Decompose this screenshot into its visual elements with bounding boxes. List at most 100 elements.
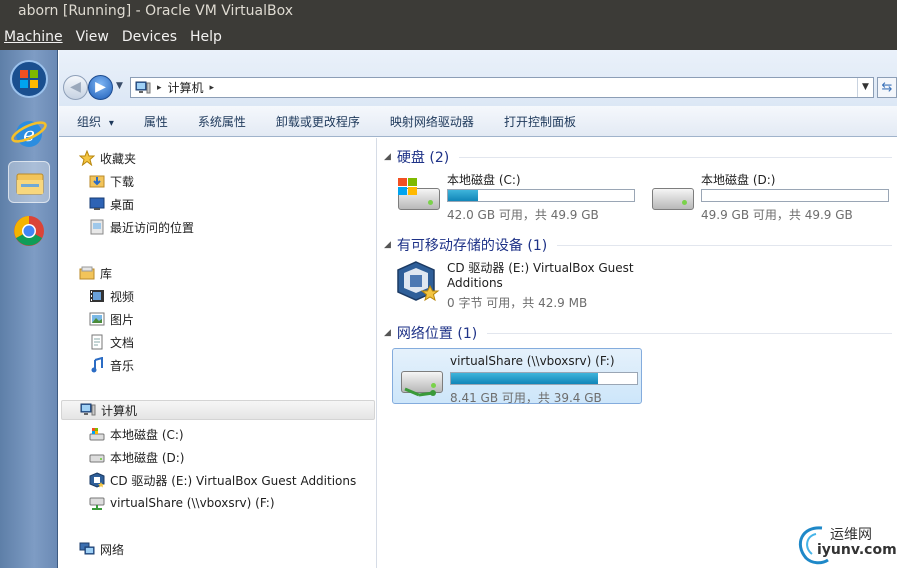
music-icon: [89, 356, 105, 373]
vbox-menubar: Machine View Devices Help: [0, 24, 897, 50]
system-drive-icon: [89, 426, 105, 442]
group-hard-disks-label: 硬盘 (2): [396, 150, 450, 166]
computer-icon: [80, 402, 96, 418]
arrow-right-icon: ▶: [95, 79, 106, 95]
address-history-dropdown[interactable]: ▼: [857, 78, 873, 97]
drive-c-info: 42.0 GB 可用，共 49.9 GB: [447, 208, 599, 222]
nav-drive-e[interactable]: CD 驱动器 (E:) VirtualBox Guest Additions: [89, 470, 356, 490]
menu-machine[interactable]: Machine: [4, 29, 63, 45]
nav-drive-d[interactable]: 本地磁盘 (D:): [89, 447, 184, 467]
drive-d-name: 本地磁盘 (D:): [701, 173, 776, 187]
collapse-triangle-icon[interactable]: ◢: [384, 152, 391, 162]
uninstall-button[interactable]: 卸载或更改程序: [276, 113, 360, 130]
nav-drive-c[interactable]: 本地磁盘 (C:): [89, 424, 184, 444]
nav-network-label: 网络: [100, 542, 125, 557]
forward-button[interactable]: ▶: [88, 75, 113, 100]
breadcrumb-computer[interactable]: 计算机: [168, 79, 204, 96]
menu-devices[interactable]: Devices: [122, 29, 177, 45]
drive-d-info: 49.9 GB 可用，共 49.9 GB: [701, 208, 853, 222]
drive-f-usage-fill: [451, 373, 598, 384]
address-area: ◀ ▶ ▼ ▸ 计算机 ▸ ▼ ⇆: [59, 50, 897, 106]
system-properties-button[interactable]: 系统属性: [198, 113, 246, 130]
nav-documents[interactable]: 文档: [89, 332, 134, 352]
collapse-triangle-icon[interactable]: ◢: [384, 328, 391, 338]
nav-drive-c-label: 本地磁盘 (C:): [110, 427, 184, 442]
star-icon: [78, 149, 96, 167]
windows-start-orb-icon[interactable]: [8, 58, 50, 100]
group-divider: [557, 244, 892, 246]
network-drive-icon: [89, 495, 105, 511]
menu-help[interactable]: Help: [190, 29, 222, 45]
libraries-icon: [79, 265, 95, 281]
document-icon: [89, 334, 105, 350]
drive-c-name: 本地磁盘 (C:): [447, 173, 521, 187]
nav-pictures[interactable]: 图片: [89, 309, 134, 329]
nav-documents-label: 文档: [110, 335, 135, 350]
drive-f-info: 8.41 GB 可用，共 39.4 GB: [450, 391, 602, 405]
refresh-button[interactable]: ⇆: [877, 77, 897, 98]
nav-desktop[interactable]: 桌面: [89, 194, 134, 214]
group-network-locations[interactable]: ◢ 网络位置 (1): [384, 323, 892, 343]
nav-network[interactable]: 网络: [79, 539, 124, 559]
chevron-down-icon: ▾: [108, 117, 114, 129]
group-removable-label: 有可移动存储的设备 (1): [396, 238, 548, 254]
command-bar: 组织 ▾ 属性 系统属性 卸载或更改程序 映射网络驱动器 打开控制面板: [59, 106, 897, 137]
open-control-panel-button[interactable]: 打开控制面板: [504, 113, 576, 130]
nav-downloads-label: 下载: [110, 174, 135, 189]
menu-view[interactable]: View: [76, 29, 109, 45]
hard-drive-icon: [650, 176, 696, 214]
nav-downloads[interactable]: 下载: [89, 171, 134, 191]
arrow-left-icon: ◀: [70, 79, 81, 95]
back-button[interactable]: ◀: [63, 75, 88, 100]
nav-computer[interactable]: 计算机: [61, 400, 375, 420]
nav-videos[interactable]: 视频: [89, 286, 134, 306]
group-removable[interactable]: ◢ 有可移动存储的设备 (1): [384, 235, 892, 255]
network-icon: [79, 541, 95, 557]
window-title: aborn [Running] - Oracle VM VirtualBox: [0, 0, 897, 24]
system-drive-icon: [396, 176, 442, 214]
video-icon: [89, 288, 105, 304]
nav-drive-f[interactable]: virtualShare (\\vboxsrv) (F:): [89, 493, 275, 513]
drive-tile-f[interactable]: virtualShare (\\vboxsrv) (F:) 8.41 GB 可用…: [392, 348, 642, 405]
chrome-icon[interactable]: [8, 210, 50, 252]
explorer-folder-icon[interactable]: [8, 161, 50, 203]
internet-explorer-icon[interactable]: e: [8, 112, 50, 154]
downloads-folder-icon: [89, 173, 105, 189]
map-network-drive-button[interactable]: 映射网络驱动器: [390, 113, 474, 130]
group-hard-disks[interactable]: ◢ 硬盘 (2): [384, 147, 892, 167]
breadcrumb-separator-icon[interactable]: ▸: [157, 83, 162, 93]
navigation-pane: 收藏夹 下载 桌面 最近访问的位置 库 视频 图片 文档 音乐 计算机 本地磁盘…: [59, 138, 377, 568]
properties-button[interactable]: 属性: [144, 113, 168, 130]
drive-e-name-line1: CD 驱动器 (E:) VirtualBox Guest: [447, 261, 634, 275]
drive-c-usage-fill: [448, 190, 478, 201]
refresh-icon: ⇆: [881, 80, 893, 95]
drive-d-usage-bar: [701, 189, 889, 202]
nav-music-label: 音乐: [110, 358, 135, 373]
nav-music[interactable]: 音乐: [89, 355, 134, 375]
nav-favorites[interactable]: 收藏夹: [78, 148, 136, 168]
watermark-text-cn: 运维网: [830, 527, 872, 543]
drive-c-usage-bar: [447, 189, 635, 202]
address-bar[interactable]: ▸ 计算机 ▸ ▼: [130, 77, 874, 98]
group-network-label: 网络位置 (1): [396, 326, 478, 342]
organize-button[interactable]: 组织 ▾: [77, 113, 114, 130]
breadcrumb-separator-icon[interactable]: ▸: [210, 83, 215, 93]
nav-recent-places[interactable]: 最近访问的位置: [89, 217, 194, 237]
watermark-text-url: iyunv.com: [817, 542, 897, 558]
nav-computer-label: 计算机: [101, 403, 138, 418]
nav-recent-label: 最近访问的位置: [110, 220, 195, 235]
drive-tile-c[interactable]: 本地磁盘 (C:) 42.0 GB 可用，共 49.9 GB: [390, 166, 640, 222]
nav-drive-d-label: 本地磁盘 (D:): [110, 450, 185, 465]
collapse-triangle-icon[interactable]: ◢: [384, 240, 391, 250]
nav-pictures-label: 图片: [110, 312, 135, 327]
recent-pages-dropdown-icon[interactable]: ▼: [116, 81, 123, 91]
nav-libraries-label: 库: [100, 266, 113, 281]
organize-label: 组织: [77, 114, 102, 129]
virtualbox-cd-icon: [396, 261, 442, 302]
drive-e-info: 0 字节 可用，共 42.9 MB: [447, 296, 588, 310]
hard-drive-icon: [89, 449, 105, 465]
hdd-shape: [652, 188, 694, 210]
drive-tile-d[interactable]: 本地磁盘 (D:) 49.9 GB 可用，共 49.9 GB: [644, 166, 894, 222]
nav-libraries[interactable]: 库: [79, 263, 112, 283]
drive-tile-e[interactable]: CD 驱动器 (E:) VirtualBox Guest Additions 0…: [390, 254, 640, 316]
